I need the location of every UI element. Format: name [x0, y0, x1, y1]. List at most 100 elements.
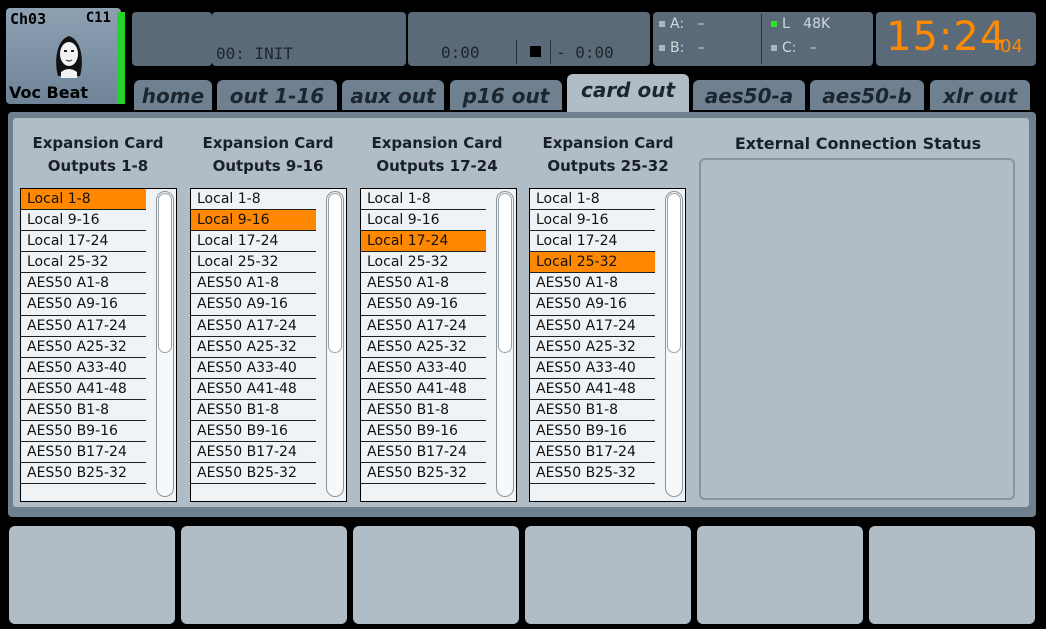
- scrollbar[interactable]: [156, 191, 174, 497]
- list-item[interactable]: Local 1-8: [530, 189, 655, 211]
- list-item[interactable]: AES50 A1-8: [361, 273, 486, 295]
- channel-color-bar: [117, 12, 125, 104]
- column-title-4-line1: Expansion Card: [542, 134, 674, 152]
- scrollbar[interactable]: [326, 191, 344, 497]
- softkey-4[interactable]: [525, 526, 691, 624]
- output-source-list-2[interactable]: Local 1-8 Local 9-16 Local 17-24 Local 25-3…: [190, 188, 347, 502]
- list-item[interactable]: AES50 B17-24: [361, 442, 486, 464]
- list-item[interactable]: AES50 B1-8: [530, 400, 655, 422]
- list-item[interactable]: AES50 B17-24: [530, 442, 655, 464]
- list-item[interactable]: Local 25-32: [361, 252, 486, 274]
- tab-xlr-out[interactable]: xlr out: [930, 80, 1030, 110]
- tab-aes50-b[interactable]: aes50-b: [810, 80, 924, 110]
- time-remaining: - 0:00: [556, 43, 614, 62]
- softkey-2[interactable]: [181, 526, 347, 624]
- channel-strip-info[interactable]: Ch03 C11 Voc Beat: [6, 8, 125, 104]
- list-item[interactable]: AES50 B9-16: [530, 421, 655, 443]
- list-item[interactable]: AES50 A17-24: [191, 316, 316, 337]
- list-item[interactable]: AES50 B9-16: [191, 421, 316, 443]
- list-item[interactable]: Local 25-32: [21, 252, 146, 274]
- list-item[interactable]: AES50 A1-8: [191, 273, 316, 295]
- list-item[interactable]: AES50 A41-48: [191, 379, 316, 400]
- scrollbar-thumb[interactable]: [328, 193, 342, 353]
- scrollbar[interactable]: [496, 191, 514, 497]
- list-item[interactable]: AES50 B1-8: [361, 400, 486, 422]
- scrollbar-thumb[interactable]: [667, 193, 681, 353]
- list-item[interactable]: AES50 A9-16: [21, 294, 146, 316]
- list-item[interactable]: Local 17-24: [191, 231, 316, 253]
- scrollbar-thumb[interactable]: [158, 193, 172, 353]
- list-item[interactable]: Local 9-16: [191, 210, 316, 232]
- scrollbar[interactable]: [665, 191, 683, 497]
- stop-icon: [530, 46, 541, 57]
- list-item[interactable]: Local 9-16: [361, 210, 486, 232]
- status-c: C: –: [771, 40, 817, 56]
- list-item[interactable]: AES50 B17-24: [191, 442, 316, 464]
- tab-aes50-a[interactable]: aes50-a: [693, 80, 805, 110]
- list-item[interactable]: AES50 B1-8: [191, 400, 316, 422]
- softkey-5[interactable]: [697, 526, 863, 624]
- tab-p16-out[interactable]: p16 out: [450, 80, 562, 110]
- list-item[interactable]: Local 9-16: [21, 210, 146, 232]
- list-item[interactable]: AES50 A25-32: [530, 337, 655, 358]
- list-item[interactable]: AES50 B9-16: [361, 421, 486, 443]
- list-item[interactable]: AES50 A1-8: [530, 273, 655, 295]
- output-source-list-4[interactable]: Local 1-8 Local 9-16 Local 17-24 Local 25-3…: [529, 188, 686, 502]
- list-item[interactable]: AES50 B25-32: [21, 463, 146, 485]
- scrollbar-thumb[interactable]: [498, 193, 512, 353]
- list-item[interactable]: AES50 A9-16: [530, 294, 655, 316]
- list-item[interactable]: AES50 A33-40: [530, 358, 655, 379]
- list-item[interactable]: AES50 A25-32: [361, 337, 486, 358]
- list-item[interactable]: Local 1-8: [361, 189, 486, 211]
- list-item[interactable]: AES50 A17-24: [361, 316, 486, 337]
- tab-out-1-16[interactable]: out 1-16: [217, 80, 337, 110]
- list-item[interactable]: AES50 A33-40: [361, 358, 486, 379]
- list-item[interactable]: Local 1-8: [21, 189, 146, 211]
- list-item[interactable]: Local 25-32: [530, 252, 655, 274]
- softkey-3[interactable]: [353, 526, 519, 624]
- clock-time: 15:24: [886, 14, 1007, 60]
- list-item[interactable]: AES50 A33-40: [191, 358, 316, 379]
- list-item[interactable]: AES50 B25-32: [361, 463, 486, 485]
- list-item[interactable]: AES50 A17-24: [530, 316, 655, 337]
- status-c-label: C:: [782, 40, 797, 56]
- list-item[interactable]: AES50 B1-8: [21, 400, 146, 422]
- list-item[interactable]: AES50 A1-8: [21, 273, 146, 295]
- list-item[interactable]: AES50 B25-32: [191, 463, 316, 485]
- tab-aux-out[interactable]: aux out: [342, 80, 444, 110]
- list-item[interactable]: AES50 A9-16: [361, 294, 486, 316]
- transport-divider: [550, 40, 551, 64]
- softkey-1[interactable]: [9, 526, 175, 624]
- list-item[interactable]: AES50 A25-32: [191, 337, 316, 358]
- output-source-list-1[interactable]: Local 1-8 Local 9-16 Local 17-24 Local 25-3…: [20, 188, 177, 502]
- tab-card-out[interactable]: card out: [567, 74, 689, 114]
- list-item[interactable]: Local 17-24: [530, 231, 655, 253]
- list-item[interactable]: Local 17-24: [361, 231, 486, 253]
- clock-seconds: 04: [1000, 36, 1023, 57]
- column-title-1-line1: Expansion Card: [32, 134, 164, 152]
- list-item[interactable]: Local 9-16: [530, 210, 655, 232]
- list-item[interactable]: Local 25-32: [191, 252, 316, 274]
- column-title-1: Expansion Card Outputs 1-8: [14, 132, 182, 178]
- list-item[interactable]: AES50 A9-16: [191, 294, 316, 316]
- softkey-6[interactable]: [869, 526, 1035, 624]
- list-item[interactable]: AES50 A25-32: [21, 337, 146, 358]
- column-title-1-line2: Outputs 1-8: [47, 157, 149, 175]
- status-c-led-icon: [771, 45, 777, 51]
- column-title-2: Expansion Card Outputs 9-16: [184, 132, 352, 178]
- list-item[interactable]: AES50 A33-40: [21, 358, 146, 379]
- list-item[interactable]: Local 1-8: [191, 189, 316, 211]
- list-item[interactable]: AES50 B9-16: [21, 421, 146, 443]
- list-item[interactable]: AES50 A41-48: [361, 379, 486, 400]
- list-item[interactable]: AES50 A17-24: [21, 316, 146, 337]
- list-item[interactable]: AES50 B25-32: [530, 463, 655, 485]
- status-b-label: B:: [670, 40, 685, 56]
- list-item[interactable]: Local 17-24: [21, 231, 146, 253]
- scene-display[interactable]: 00: INIT: [212, 12, 406, 66]
- tab-home[interactable]: home: [134, 80, 212, 110]
- list-item[interactable]: AES50 B17-24: [21, 442, 146, 464]
- list-item[interactable]: AES50 A41-48: [21, 379, 146, 400]
- transport-display[interactable]: 0:00 - 0:00: [408, 12, 650, 66]
- list-item[interactable]: AES50 A41-48: [530, 379, 655, 400]
- output-source-list-3[interactable]: Local 1-8 Local 9-16 Local 17-24 Local 25-3…: [360, 188, 517, 502]
